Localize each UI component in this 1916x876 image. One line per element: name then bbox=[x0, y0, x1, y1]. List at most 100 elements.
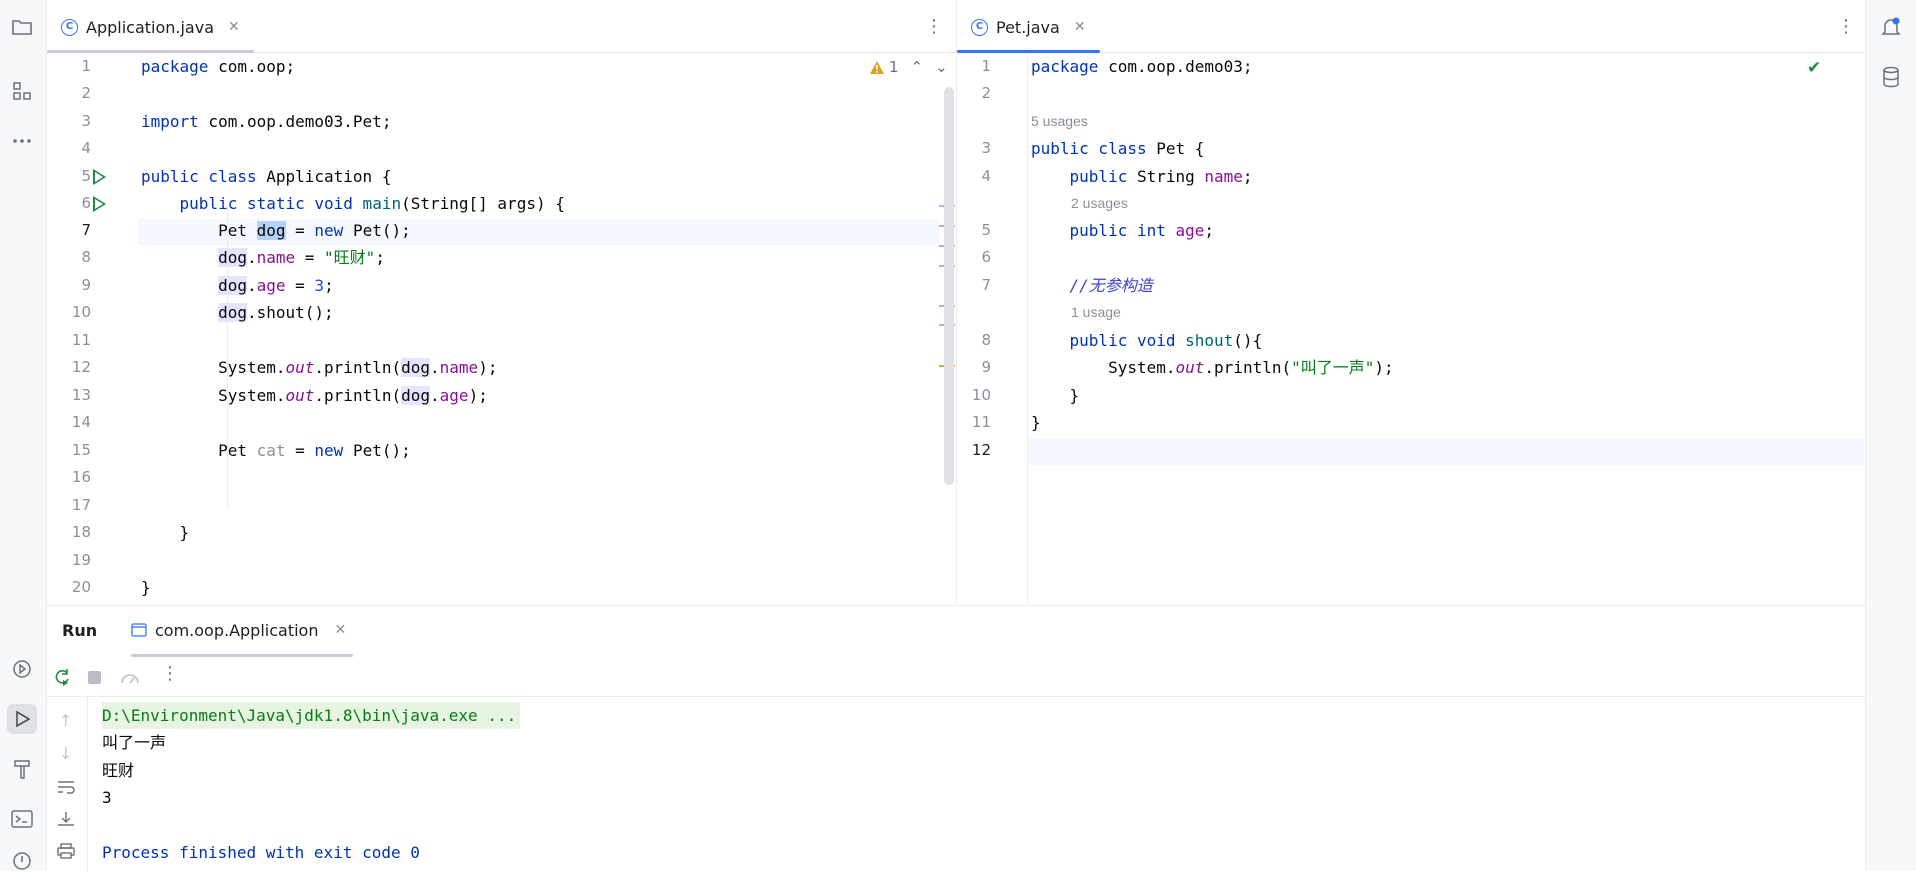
code-token: . bbox=[246, 248, 257, 267]
run-config-tab[interactable]: com.oop.Application ✕ bbox=[131, 606, 346, 654]
code-token: dog bbox=[401, 358, 431, 377]
code-token: . bbox=[430, 358, 440, 377]
code-token: main bbox=[352, 194, 402, 213]
editor-options-icon[interactable]: ⋮ bbox=[1837, 16, 1855, 37]
tab-label: Application.java bbox=[86, 17, 215, 37]
usages-hint[interactable]: 1 usage bbox=[1071, 299, 1121, 326]
code-area-pet[interactable]: package com.oop.demo03; 5 usages public … bbox=[1031, 53, 1851, 604]
line-number-current: 12 bbox=[971, 441, 991, 459]
line-number: 2 bbox=[81, 84, 91, 102]
tab-underline bbox=[131, 654, 353, 657]
rerun-icon[interactable] bbox=[52, 667, 72, 691]
editor-options-icon[interactable]: ⋮ bbox=[925, 16, 943, 37]
code-token: com.oop.demo03; bbox=[1098, 57, 1253, 76]
up-arrow-icon[interactable]: ↑ bbox=[59, 711, 72, 730]
editor-tab-bar: C Application.java ✕ ⋮ bbox=[47, 0, 956, 53]
code-token: package bbox=[141, 57, 209, 76]
code-line-15: Pet cat = new Pet(); bbox=[141, 437, 411, 464]
vertical-scrollbar-thumb[interactable] bbox=[944, 87, 954, 485]
line-number: 6 bbox=[81, 194, 91, 212]
code-token: public int bbox=[1069, 221, 1166, 240]
code-token: dog bbox=[218, 248, 247, 267]
usages-hint[interactable]: 2 usages bbox=[1071, 190, 1128, 217]
run-panel-title: Run bbox=[62, 620, 98, 640]
terminal-icon[interactable] bbox=[7, 804, 37, 834]
line-number: 8 bbox=[981, 331, 991, 349]
code-line-7: Pet dog = new Pet(); bbox=[141, 217, 411, 244]
java-class-icon: C bbox=[971, 18, 988, 36]
tab-pet-java[interactable]: C Pet.java ✕ bbox=[957, 10, 1100, 53]
code-token: com.oop.demo03.Pet; bbox=[198, 112, 392, 131]
console-side-toolbar: ↑ ↓ bbox=[47, 697, 88, 872]
code-token: 3 bbox=[314, 276, 325, 295]
scroll-to-end-icon[interactable] bbox=[57, 811, 75, 831]
run-main-gutter-icon[interactable] bbox=[93, 196, 106, 212]
run-tool-window: Run com.oop.Application ✕ ⋮ ↑ ↓ D:\Envir… bbox=[47, 605, 1865, 872]
more-actions-icon[interactable]: ⋮ bbox=[161, 663, 179, 684]
more-tools-icon[interactable] bbox=[7, 126, 37, 156]
line-number: 5 bbox=[981, 221, 991, 239]
tab-application-java[interactable]: C Application.java ✕ bbox=[47, 10, 254, 53]
line-number: 11 bbox=[971, 413, 991, 431]
code-token: . bbox=[246, 276, 257, 295]
line-number: 2 bbox=[981, 84, 991, 102]
notifications-bell-icon[interactable] bbox=[1876, 12, 1906, 42]
code-line-18: } bbox=[141, 523, 190, 542]
code-token: name bbox=[1204, 167, 1243, 186]
close-tab-icon[interactable]: ✕ bbox=[1074, 19, 1086, 35]
code-line-1: package com.oop.demo03; bbox=[1031, 53, 1253, 80]
line-number: 9 bbox=[981, 358, 991, 376]
soft-wrap-icon[interactable] bbox=[57, 779, 75, 798]
console-output-line: 旺财 bbox=[102, 761, 135, 780]
error-stripe[interactable] bbox=[939, 53, 955, 604]
run-tool-icon[interactable] bbox=[7, 704, 37, 734]
attach-debugger-icon[interactable] bbox=[119, 668, 141, 692]
code-line-9: System.out.println("叫了一声"); bbox=[1031, 354, 1394, 381]
code-line-6: public static void main(String[] args) { bbox=[141, 190, 565, 217]
down-arrow-icon[interactable]: ↓ bbox=[59, 744, 72, 763]
line-number: 13 bbox=[71, 386, 91, 404]
code-line-13: System.out.println(dog.age); bbox=[141, 382, 488, 409]
problems-icon[interactable] bbox=[7, 846, 37, 876]
code-line-5: public class Application { bbox=[141, 163, 391, 190]
code-token: .println( bbox=[314, 386, 402, 405]
code-token: public class bbox=[141, 167, 257, 186]
code-line-11: } bbox=[1031, 413, 1041, 432]
line-number: 19 bbox=[71, 551, 91, 569]
run-class-gutter-icon[interactable] bbox=[93, 169, 106, 185]
code-token: dog bbox=[218, 303, 247, 322]
close-tab-icon[interactable]: ✕ bbox=[334, 622, 346, 638]
code-token: System. bbox=[1031, 358, 1176, 377]
left-tool-window-bar bbox=[0, 0, 47, 871]
print-icon[interactable] bbox=[57, 843, 75, 863]
line-number: 9 bbox=[81, 276, 91, 294]
code-area-application[interactable]: package com.oop; import com.oop.demo03.P… bbox=[141, 53, 956, 604]
close-tab-icon[interactable]: ✕ bbox=[228, 19, 240, 35]
project-folder-icon[interactable] bbox=[7, 12, 37, 42]
services-icon[interactable] bbox=[7, 654, 37, 684]
line-number: 6 bbox=[981, 248, 991, 266]
stop-icon[interactable] bbox=[88, 671, 101, 684]
code-token: System. bbox=[141, 386, 286, 405]
usages-hint[interactable]: 5 usages bbox=[1031, 108, 1088, 135]
code-token: ); bbox=[468, 386, 488, 405]
indent-guide bbox=[227, 207, 228, 507]
code-token: public static void bbox=[179, 194, 353, 213]
database-icon[interactable] bbox=[1876, 62, 1906, 92]
line-number: 11 bbox=[71, 331, 91, 349]
line-number-gutter: 1 2 3 4 5 6 7 8 9 10 11 12 bbox=[957, 53, 1028, 604]
code-token: = bbox=[285, 441, 315, 460]
code-token: new bbox=[314, 221, 344, 240]
right-tool-window-bar bbox=[1865, 0, 1916, 871]
line-number: 3 bbox=[81, 112, 91, 130]
code-token: . bbox=[430, 386, 440, 405]
build-hammer-icon[interactable] bbox=[7, 754, 37, 784]
console-tab-icon bbox=[131, 623, 147, 637]
structure-icon[interactable] bbox=[7, 76, 37, 106]
code-line-9: dog.age = 3; bbox=[141, 272, 334, 299]
